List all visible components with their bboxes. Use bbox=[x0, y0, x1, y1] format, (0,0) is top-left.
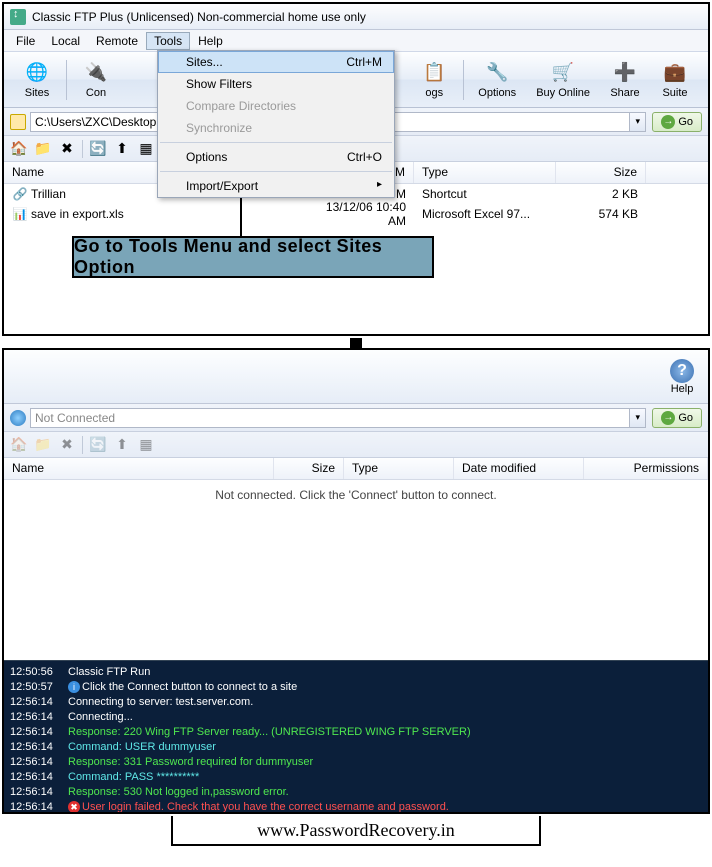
log-line: 12:56:14Response: 530 Not logged in,pass… bbox=[10, 785, 702, 800]
app-icon bbox=[10, 9, 26, 25]
log-line: 12:56:14Command: PASS ********** bbox=[10, 770, 702, 785]
pcol-date[interactable]: Date modified bbox=[454, 458, 584, 479]
remote-path-dropdown[interactable]: ▾ bbox=[630, 408, 646, 428]
menu-local[interactable]: Local bbox=[43, 32, 88, 50]
remote-file-list-header: Name Size Type Date modified Permissions bbox=[4, 458, 708, 480]
refresh-icon: 🔄 bbox=[89, 436, 107, 454]
delete-icon[interactable]: ✖ bbox=[58, 140, 76, 158]
tool-connect[interactable]: 🔌Con bbox=[71, 57, 121, 103]
log-panel[interactable]: 12:50:56Classic FTP Run12:50:57iClick th… bbox=[4, 660, 708, 812]
remote-addressbar: ▾ →Go bbox=[4, 404, 708, 432]
file-icon: 🔗 bbox=[12, 186, 28, 202]
globe-icon bbox=[10, 410, 26, 426]
website-footer: www.PasswordRecovery.in bbox=[171, 816, 541, 846]
file-row[interactable]: 📊save in export.xls13/12/06 10:40 AMMicr… bbox=[4, 204, 708, 224]
view-icon[interactable]: ▦ bbox=[137, 140, 155, 158]
file-icon: 📊 bbox=[12, 206, 28, 222]
not-connected-message: Not connected. Click the 'Connect' butto… bbox=[215, 488, 496, 502]
remote-file-list: Not connected. Click the 'Connect' butto… bbox=[4, 480, 708, 660]
menu-tools[interactable]: Tools bbox=[146, 32, 190, 50]
log-line: 12:56:14Response: 331 Password required … bbox=[10, 755, 702, 770]
menu-sites-option[interactable]: Sites...Ctrl+M bbox=[158, 51, 394, 73]
remote-file-toolbar: 🏠 📁 ✖ 🔄 ⬆ ▦ bbox=[4, 432, 708, 458]
home-icon[interactable]: 🏠 bbox=[10, 140, 28, 158]
remote-go-button[interactable]: →Go bbox=[652, 408, 702, 428]
path-dropdown[interactable]: ▾ bbox=[630, 112, 646, 132]
menu-options[interactable]: OptionsCtrl+O bbox=[158, 146, 394, 168]
menu-remote[interactable]: Remote bbox=[88, 32, 146, 50]
log-line: 12:50:57iClick the Connect button to con… bbox=[10, 680, 702, 695]
pcol-type[interactable]: Type bbox=[344, 458, 454, 479]
sites-icon: 🌐 bbox=[25, 61, 49, 85]
go-arrow-icon: → bbox=[661, 411, 675, 425]
delete-icon: ✖ bbox=[58, 436, 76, 454]
tools-dropdown: Sites...Ctrl+M Show Filters Compare Dire… bbox=[157, 50, 395, 198]
window-title: Classic FTP Plus (Unlicensed) Non-commer… bbox=[32, 10, 366, 24]
tool-buy[interactable]: 🛒Buy Online bbox=[526, 57, 600, 103]
log-line: 12:56:14Connecting... bbox=[10, 710, 702, 725]
view-icon: ▦ bbox=[137, 436, 155, 454]
menu-import-export[interactable]: Import/Export▸ bbox=[158, 175, 394, 197]
error-icon: ✖ bbox=[68, 801, 80, 812]
menu-help[interactable]: Help bbox=[190, 32, 231, 50]
tool-share[interactable]: ➕Share bbox=[600, 57, 650, 103]
refresh-icon[interactable]: 🔄 bbox=[89, 140, 107, 158]
go-button[interactable]: →Go bbox=[652, 112, 702, 132]
log-line: 12:56:14✖User login failed. Check that y… bbox=[10, 800, 702, 812]
tool-suite[interactable]: 💼Suite bbox=[650, 57, 700, 103]
new-folder-icon: 📁 bbox=[34, 436, 52, 454]
menubar: File Local Remote Tools Help bbox=[4, 30, 708, 52]
menu-synchronize: Synchronize bbox=[158, 117, 394, 139]
pcol-size[interactable]: Size bbox=[274, 458, 344, 479]
menu-compare-directories: Compare Directories bbox=[158, 95, 394, 117]
tool-options[interactable]: 🔧Options bbox=[468, 57, 526, 103]
home-icon: 🏠 bbox=[10, 436, 28, 454]
share-icon: ➕ bbox=[613, 61, 637, 85]
suite-icon: 💼 bbox=[663, 61, 687, 85]
pcol-name[interactable]: Name bbox=[4, 458, 274, 479]
folder-icon bbox=[10, 114, 26, 130]
info-icon: i bbox=[68, 681, 80, 693]
remote-path-input[interactable] bbox=[30, 408, 630, 428]
options-icon: 🔧 bbox=[485, 61, 509, 85]
log-line: 12:56:14Command: USER dummyuser bbox=[10, 740, 702, 755]
up-icon[interactable]: ⬆ bbox=[113, 140, 131, 158]
log-line: 12:50:56Classic FTP Run bbox=[10, 665, 702, 680]
up-icon: ⬆ bbox=[113, 436, 131, 454]
menu-file[interactable]: File bbox=[8, 32, 43, 50]
tool-logs[interactable]: 📋ogs bbox=[409, 57, 459, 103]
annotation-callout: Go to Tools Menu and select Sites Option bbox=[72, 236, 434, 278]
help-button[interactable]: ? Help bbox=[670, 359, 694, 395]
titlebar: Classic FTP Plus (Unlicensed) Non-commer… bbox=[4, 4, 708, 30]
help-icon: ? bbox=[670, 359, 694, 383]
connect-icon: 🔌 bbox=[84, 61, 108, 85]
col-size[interactable]: Size bbox=[556, 162, 646, 183]
bottom-toolbar: ? Help bbox=[4, 350, 708, 404]
pcol-permissions[interactable]: Permissions bbox=[584, 458, 708, 479]
col-type[interactable]: Type bbox=[414, 162, 556, 183]
new-folder-icon[interactable]: 📁 bbox=[34, 140, 52, 158]
tool-sites[interactable]: 🌐Sites bbox=[12, 57, 62, 103]
log-line: 12:56:14Response: 220 Wing FTP Server re… bbox=[10, 725, 702, 740]
logs-icon: 📋 bbox=[422, 61, 446, 85]
menu-show-filters[interactable]: Show Filters bbox=[158, 73, 394, 95]
cart-icon: 🛒 bbox=[551, 61, 575, 85]
go-arrow-icon: → bbox=[661, 115, 675, 129]
log-line: 12:56:14Connecting to server: test.serve… bbox=[10, 695, 702, 710]
